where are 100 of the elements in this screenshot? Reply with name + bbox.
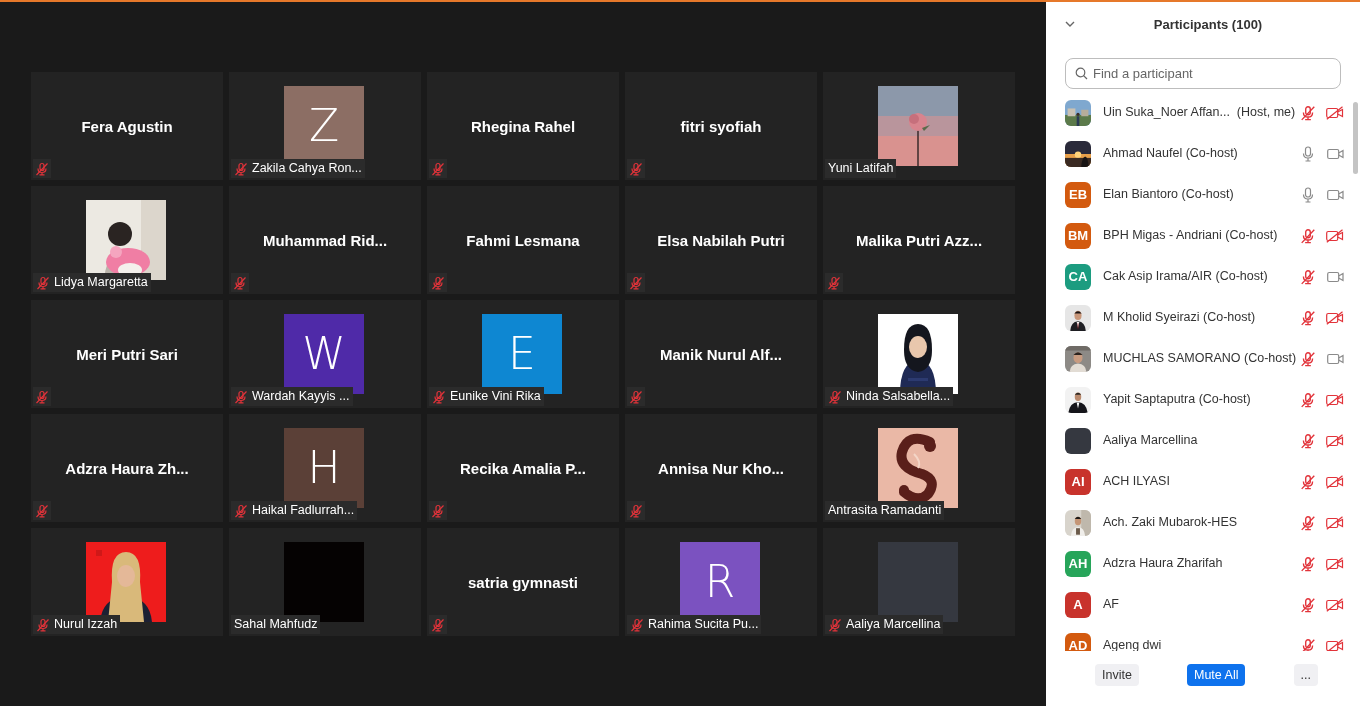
- participant-name: Lidya Margaretta: [54, 274, 148, 292]
- video-tile[interactable]: satria gymnasti: [427, 528, 619, 636]
- video-tile[interactable]: Adzra Haura Zh...: [31, 414, 223, 522]
- video-tile[interactable]: Fera Agustin: [31, 72, 223, 180]
- avatar-letter: W: [302, 327, 346, 381]
- video-camera-icon[interactable]: [1327, 188, 1344, 201]
- video-tile[interactable]: Fahmi Lesmana: [427, 186, 619, 294]
- video-off-icon[interactable]: [1326, 556, 1344, 571]
- participant-name: satria gymnasti: [467, 573, 578, 593]
- chevron-down-icon[interactable]: [1065, 21, 1075, 28]
- mic-icon[interactable]: [1301, 145, 1315, 162]
- video-off-icon[interactable]: [1326, 392, 1344, 407]
- avatar: A: [1065, 591, 1091, 618]
- participant-name: Ahmad Naufel (Co-host): [1103, 145, 1239, 163]
- video-off-icon[interactable]: [1326, 597, 1344, 612]
- participant-name: Fera Agustin: [81, 117, 173, 137]
- participant-name: Aaliya Marcellina: [846, 616, 941, 634]
- participant-name: Zakila Cahya Ron...: [252, 160, 362, 178]
- video-off-icon[interactable]: [1326, 515, 1344, 530]
- participant-name: Adzra Haura Zh...: [65, 459, 189, 479]
- participant-name: Yuni Latifah: [828, 160, 894, 178]
- video-tile[interactable]: Malika Putri Azz...: [823, 186, 1015, 294]
- video-tile[interactable]: R Rahima Sucita Pu...: [625, 528, 817, 636]
- participant-name: Eunike Vini Rika: [450, 388, 541, 406]
- participant-name: M Kholid Syeirazi (Co-host): [1103, 309, 1257, 327]
- participant-name: Manik Nurul Alf...: [660, 345, 782, 365]
- search-field[interactable]: Find a participant: [1065, 58, 1341, 89]
- video-tile[interactable]: H Haikal Fadlurrah...: [229, 414, 421, 522]
- video-off-icon[interactable]: [1326, 105, 1344, 120]
- video-tile[interactable]: Elsa Nabilah Putri: [625, 186, 817, 294]
- participant-name: Ninda Salsabella...: [846, 388, 951, 406]
- participant-name: Adzra Haura Zharifah: [1103, 555, 1224, 573]
- scrollbar[interactable]: [1353, 102, 1358, 174]
- avatar-letter: E: [508, 327, 536, 381]
- participant-name: Haikal Fadlurrah...: [252, 502, 355, 520]
- video-camera-icon[interactable]: [1327, 352, 1344, 365]
- participant-name: Yapit Saptaputra (Co-host): [1103, 391, 1252, 409]
- avatar-letter: H: [307, 441, 341, 495]
- participant-name: Cak Asip Irama/AIR (Co-host): [1103, 268, 1269, 286]
- participant-name: Rhegina Rahel: [470, 117, 576, 137]
- avatar: AI: [1065, 468, 1091, 495]
- avatar: BM: [1065, 222, 1091, 249]
- video-tile[interactable]: Yuni Latifah: [823, 72, 1015, 180]
- video-tile[interactable]: Annisa Nur Kho...: [625, 414, 817, 522]
- participant-name: Rahima Sucita Pu...: [648, 616, 759, 634]
- participant-name: Elsa Nabilah Putri: [657, 231, 785, 251]
- participant-name: AF: [1103, 596, 1120, 614]
- video-tile[interactable]: Antrasita Ramadanti: [823, 414, 1015, 522]
- video-off-icon[interactable]: [1326, 638, 1344, 651]
- participant-name: Muhammad Rid...: [262, 231, 388, 251]
- participant-name: Recika Amalia P...: [460, 459, 586, 479]
- participant-name: MUCHLAS SAMORANO (Co-host): [1103, 350, 1298, 368]
- participant-name: Annisa Nur Kho...: [658, 459, 784, 479]
- avatar: AH: [1065, 550, 1091, 577]
- video-off-icon[interactable]: [1326, 433, 1344, 448]
- video-tile[interactable]: Recika Amalia P...: [427, 414, 619, 522]
- participant-name: Nurul Izzah: [54, 616, 118, 634]
- video-off-icon[interactable]: [1326, 228, 1344, 243]
- participant-name: Ach. Zaki Mubarok-HES: [1103, 514, 1239, 532]
- video-tile[interactable]: Rhegina Rahel: [427, 72, 619, 180]
- mic-icon[interactable]: [1301, 186, 1315, 203]
- video-camera-icon[interactable]: [1327, 147, 1344, 160]
- video-tile[interactable]: Sahal Mahfudz: [229, 528, 421, 636]
- participant-name: ACH ILYASI: [1103, 473, 1171, 491]
- video-tile[interactable]: Nurul Izzah: [31, 528, 223, 636]
- avatar: EB: [1065, 181, 1091, 208]
- participant-name: Aaliya Marcellina: [1103, 432, 1199, 450]
- participant-name: Malika Putri Azz...: [855, 231, 983, 251]
- video-off-icon[interactable]: [1326, 310, 1344, 325]
- invite-button[interactable]: Invite: [1095, 664, 1139, 686]
- participant-name: Ageng dwi: [1103, 637, 1163, 651]
- video-tile[interactable]: W Wardah Kayyis ...: [229, 300, 421, 408]
- video-tile[interactable]: Aaliya Marcellina: [823, 528, 1015, 636]
- avatar: CA: [1065, 263, 1091, 290]
- video-tile[interactable]: E Eunike Vini Rika: [427, 300, 619, 408]
- video-tile[interactable]: Meri Putri Sari: [31, 300, 223, 408]
- video-tile[interactable]: Z Zakila Cahya Ron...: [229, 72, 421, 180]
- participant-name: Wardah Kayyis ...: [252, 388, 350, 406]
- video-tile[interactable]: Manik Nurul Alf...: [625, 300, 817, 408]
- panel-title: Participants (100): [1152, 16, 1263, 35]
- participant-name: fitri syofiah: [680, 117, 762, 137]
- video-tile[interactable]: Muhammad Rid...: [229, 186, 421, 294]
- video-off-icon[interactable]: [1326, 474, 1344, 489]
- mute-all-button[interactable]: Mute All: [1187, 664, 1246, 686]
- video-tile[interactable]: Lidya Margaretta: [31, 186, 223, 294]
- video-tile[interactable]: fitri syofiah: [625, 72, 817, 180]
- video-tile[interactable]: Ninda Salsabella...: [823, 300, 1015, 408]
- avatar: AD: [1065, 632, 1091, 651]
- participant-name: Sahal Mahfudz: [234, 616, 318, 634]
- search-icon: [1075, 67, 1088, 80]
- video-camera-icon[interactable]: [1327, 270, 1344, 283]
- participant-name: BPH Migas - Andriani (Co-host): [1103, 227, 1279, 245]
- participant-name: Meri Putri Sari: [76, 345, 178, 365]
- avatar-letter: R: [704, 555, 736, 609]
- participant-name: Uin Suka_Noer Affan... (Host, me): [1103, 104, 1297, 122]
- participant-name: Antrasita Ramadanti: [828, 502, 942, 520]
- avatar-letter: Z: [308, 99, 340, 153]
- participant-name: Fahmi Lesmana: [466, 231, 580, 251]
- participant-name: Elan Biantoro (Co-host): [1103, 186, 1235, 204]
- more-button[interactable]: ...: [1293, 664, 1318, 686]
